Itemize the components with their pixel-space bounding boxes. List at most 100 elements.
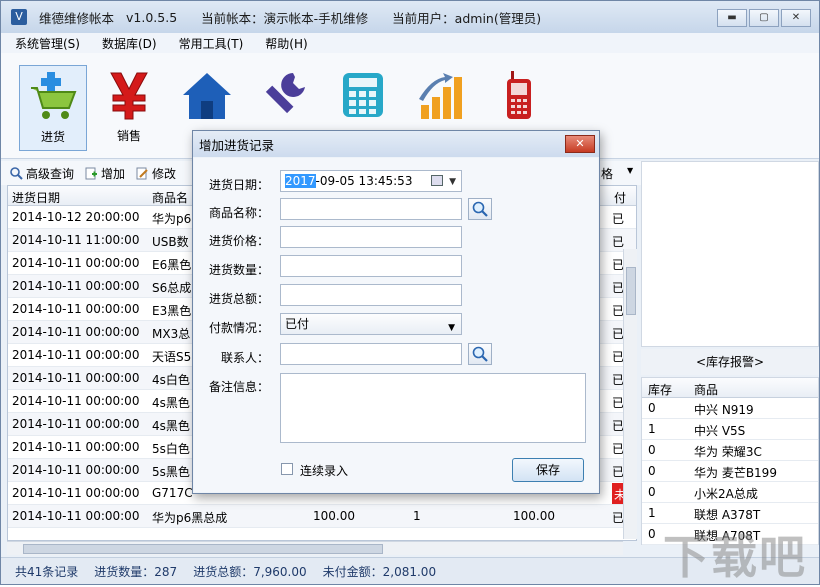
menu-database[interactable]: 数据库(D) [102, 35, 157, 52]
list-item[interactable]: 0 中兴 N919 [642, 398, 818, 419]
cell-date: 2014-10-12 20:00:00 [12, 210, 140, 224]
edit-button[interactable]: 修改 [135, 165, 176, 182]
stock-count: 0 [648, 464, 656, 478]
toolbar-sales-button[interactable]: 销售 [95, 65, 163, 151]
cell-date: 2014-10-11 00:00:00 [12, 256, 140, 270]
edit-doc-icon [135, 166, 149, 180]
contact-input[interactable] [280, 343, 462, 365]
cell-quantity: 1 [413, 509, 421, 523]
payment-select[interactable]: 已付 ▼ [280, 313, 462, 335]
column-header-name[interactable]: 商品名 [152, 189, 188, 206]
close-window-button[interactable]: ✕ [781, 9, 811, 27]
wrench-icon [259, 69, 311, 121]
list-item[interactable]: 0 华为 荣耀3C [642, 440, 818, 461]
column-header-price-fragment: 格 [601, 167, 614, 181]
grid-horizontal-scrollbar[interactable] [7, 541, 623, 555]
list-item[interactable]: 0 小米2A总成 [642, 482, 818, 503]
column-dropdown-icon[interactable]: ▼ [627, 166, 633, 175]
quantity-input[interactable] [280, 255, 462, 277]
current-user: 当前用户：admin(管理员) [392, 10, 542, 26]
unpaid-amount: 未付金额：2,081.00 [322, 564, 437, 579]
cell-date: 2014-10-11 00:00:00 [12, 394, 140, 408]
grid-vertical-scrollbar[interactable] [623, 249, 637, 539]
date-rest: -09-05 13:45:53 [315, 174, 413, 188]
cell-date: 2014-10-11 00:00:00 [12, 279, 140, 293]
stock-count: 0 [648, 401, 656, 415]
contact-label: 联系人： [221, 351, 270, 365]
cell-total: 100.00 [513, 509, 555, 523]
toolbar-purchase-button[interactable]: 进货 [19, 65, 87, 151]
vertical-scroll-thumb[interactable] [626, 267, 636, 315]
add-purchase-dialog: 增加进货记录 ✕ 进货日期： 2017-09-05 13:45:53 ▼ 商品名… [192, 130, 600, 494]
stock-alert-grid: 库存 商品 0 中兴 N919 1 中兴 V5S 0 华为 荣耀3C 0 华为 麦芒B199 0… [641, 377, 819, 545]
cell-date: 2014-10-11 00:00:00 [12, 302, 140, 316]
minimize-button[interactable]: ▬ [717, 9, 747, 27]
calendar-icon[interactable] [431, 175, 443, 186]
price-label: 进货价格： [209, 234, 270, 248]
yen-icon [103, 69, 155, 121]
column-header-date[interactable]: 进货日期 [12, 189, 60, 206]
cell-date: 2014-10-11 00:00:00 [12, 486, 140, 500]
purchase-date-picker[interactable]: 2017-09-05 13:45:53 ▼ [280, 170, 462, 192]
product-name-label: 商品名称： [209, 206, 270, 220]
save-button[interactable]: 保存 [512, 458, 584, 482]
dialog-title: 增加进货记录 [199, 137, 275, 153]
magnifier-icon [472, 201, 488, 217]
magnifier-icon [472, 346, 488, 362]
column-header-status[interactable]: 付 [614, 189, 626, 206]
mobile-phone-icon [493, 69, 545, 121]
note-label: 备注信息： [209, 380, 270, 394]
app-icon: V [11, 9, 27, 25]
list-item[interactable]: 1 中兴 V5S [642, 419, 818, 440]
contact-search-button[interactable] [468, 343, 492, 365]
menu-help[interactable]: 帮助(H) [265, 35, 307, 52]
stock-count: 1 [648, 506, 656, 520]
dialog-close-button[interactable]: ✕ [565, 135, 595, 153]
add-doc-icon [84, 166, 98, 180]
maximize-button[interactable]: ▢ [749, 9, 779, 27]
date-year-selection: 2017 [285, 174, 316, 188]
continuous-entry-label[interactable]: 连续录入 [300, 462, 348, 479]
cell-product-name: 华为p6黑总成 [152, 511, 228, 525]
cell-date: 2014-10-11 00:00:00 [12, 348, 140, 362]
column-header-stock[interactable]: 库存 [648, 381, 672, 398]
edit-label: 修改 [152, 166, 177, 181]
product-name-input[interactable] [280, 198, 462, 220]
chevron-down-icon[interactable]: ▼ [449, 174, 456, 190]
product-search-button[interactable] [468, 198, 492, 220]
stock-alert-header: <库存报警> [641, 349, 819, 375]
list-item[interactable]: 0 华为 麦芒B199 [642, 461, 818, 482]
home-icon [181, 69, 233, 121]
dialog-body: 进货日期： 2017-09-05 13:45:53 ▼ 商品名称： 进货价格： … [194, 158, 598, 492]
growth-chart-icon [415, 69, 467, 121]
cell-date: 2014-10-11 00:00:00 [12, 440, 140, 454]
cart-icon [27, 70, 79, 122]
watermark-logo: 下载吧 [663, 530, 807, 584]
cell-price: 100.00 [313, 509, 355, 523]
stock-alert-grid-header: 库存 商品 [642, 378, 818, 398]
dialog-title-bar: 增加进货记录 [193, 131, 599, 157]
quantity-label: 进货数量： [209, 263, 270, 277]
cell-payment-status: 已 [612, 212, 625, 226]
app-name: 维德维修帐本 [39, 10, 115, 26]
continuous-entry-checkbox[interactable] [281, 463, 293, 475]
menu-tools[interactable]: 常用工具(T) [179, 35, 244, 52]
payment-label: 付款情况： [209, 321, 270, 335]
table-row[interactable]: 2014-10-11 00:00:00 华为p6黑总成 100.00 1 100.00 已 [8, 505, 636, 528]
add-label: 增加 [101, 166, 126, 181]
menu-system[interactable]: 系统管理(S) [15, 35, 80, 52]
advanced-search-button[interactable]: 高级查询 [9, 165, 74, 182]
magnifier-icon [9, 166, 23, 180]
chevron-down-icon: ▼ [448, 323, 455, 333]
record-count: 共41条记录 [15, 564, 79, 579]
note-textarea[interactable] [280, 373, 586, 443]
column-header-product[interactable]: 商品 [694, 381, 718, 398]
price-input[interactable] [280, 226, 462, 248]
add-button[interactable]: 增加 [84, 165, 125, 182]
purchase-qty-total: 进货数量：287 [94, 564, 178, 579]
cell-date: 2014-10-11 00:00:00 [12, 325, 140, 339]
right-preview-panel [641, 161, 819, 347]
total-input[interactable] [280, 284, 462, 306]
stock-count: 0 [648, 485, 656, 499]
horizontal-scroll-thumb[interactable] [23, 544, 383, 554]
